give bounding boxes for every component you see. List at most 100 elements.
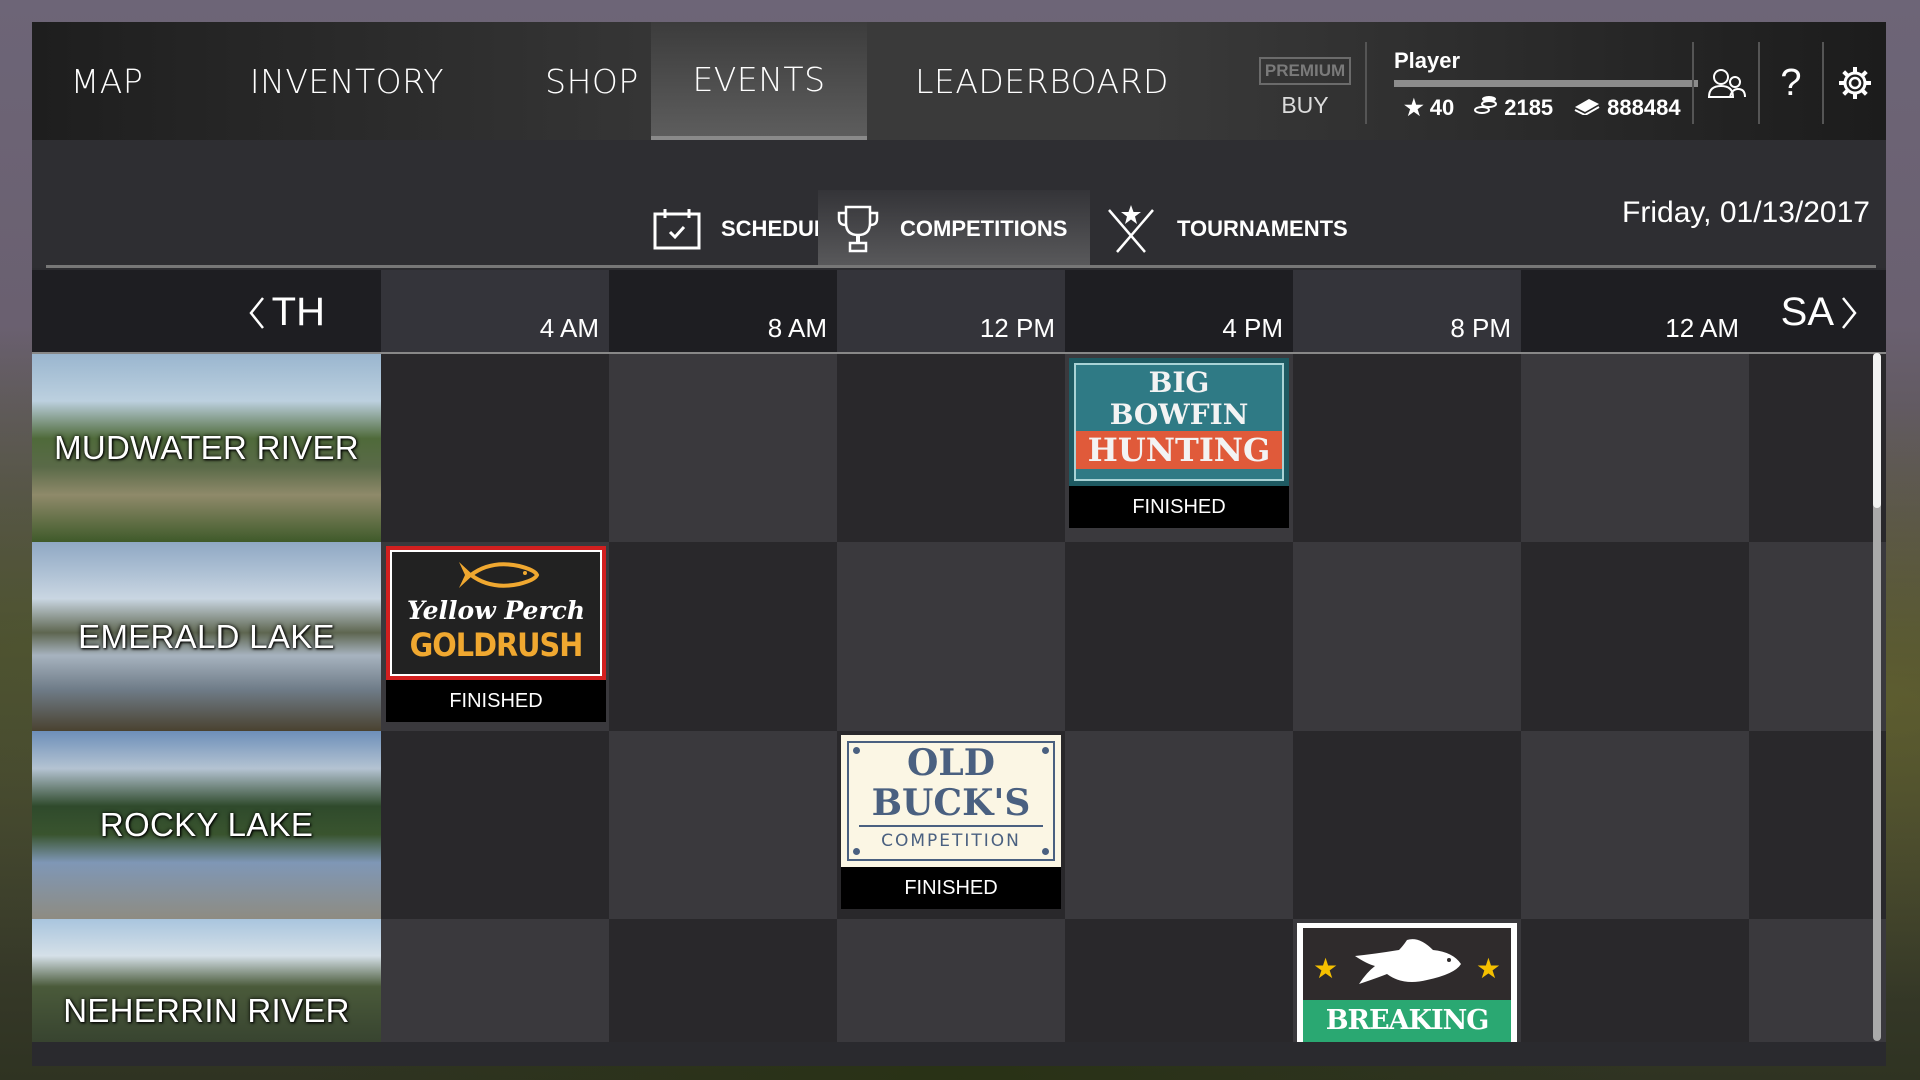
event-breaking-shad[interactable]: ★ ★ BREAKING SHAD <box>1297 923 1517 1042</box>
divider <box>1365 42 1367 124</box>
gear-icon <box>1839 67 1871 99</box>
subtab-competitions[interactable]: COMPETITIONS <box>818 190 1090 268</box>
schedule-slot <box>381 731 609 919</box>
location-emerald-lake[interactable]: EMERALD LAKE <box>32 542 381 731</box>
schedule-slot <box>609 919 837 1042</box>
next-day-button[interactable]: SA <box>1781 290 1858 335</box>
schedule-slot <box>1749 731 1886 919</box>
time-label: 4 AM <box>539 313 599 343</box>
schedule-slot <box>381 919 609 1042</box>
current-date: Friday, 01/13/2017 <box>1622 196 1870 229</box>
chevron-left-icon <box>249 296 264 329</box>
day-nav-cell: TH <box>32 270 381 352</box>
stars-count: 40 <box>1429 95 1455 120</box>
event-title-line: GOLDRUSH <box>409 626 584 664</box>
schedule-slot <box>1521 919 1749 1042</box>
subtab-label: COMPETITIONS <box>900 216 1068 241</box>
event-status: FINISHED <box>386 680 606 722</box>
location-name: MUDWATER RIVER <box>54 429 359 466</box>
settings-button[interactable] <box>1824 42 1886 124</box>
schedule-slot <box>381 354 609 542</box>
prev-day-button[interactable]: TH <box>248 290 325 335</box>
prev-day-label: TH <box>271 290 325 334</box>
location-rocky-lake[interactable]: ROCKY LAKE <box>32 731 381 919</box>
time-header: 8 AM <box>609 270 837 352</box>
event-title-line: BREAKING SHAD <box>1303 1000 1511 1042</box>
xp-progress-bar <box>1394 80 1698 87</box>
calendar-check-icon <box>653 209 701 250</box>
divider <box>1692 42 1694 124</box>
event-title-line: COMPETITION <box>859 825 1043 855</box>
friends-icon <box>1708 69 1746 98</box>
fish-icon <box>459 562 540 588</box>
crossed-rods-star-icon <box>1108 205 1154 253</box>
schedule-slot <box>837 354 1065 542</box>
star-icon: ★ <box>1404 95 1424 120</box>
event-title-line: BIG <box>1148 366 1210 399</box>
player-stats: ★ 40 2185 888484 <box>1404 94 1681 122</box>
coins-icon <box>1474 94 1498 122</box>
scrollbar-thumb[interactable] <box>1873 353 1881 508</box>
schedule-slot <box>1065 542 1293 731</box>
schedule-slot <box>1749 542 1886 731</box>
schedule-slot <box>1749 919 1886 1042</box>
subtab-tournaments[interactable]: TOURNAMENTS <box>1087 190 1366 268</box>
trophy-icon <box>837 205 879 253</box>
event-title-line: BUCK'S <box>871 782 1031 824</box>
time-header: 4 PM <box>1065 270 1293 352</box>
location-mudwater-river[interactable]: MUDWATER RIVER <box>32 354 381 542</box>
nav-tab-inventory[interactable]: INVENTORY <box>197 22 497 140</box>
event-old-bucks-competition[interactable]: OLD BUCK'S COMPETITION FINISHED <box>841 735 1061 909</box>
schedule-slot <box>1521 542 1749 731</box>
location-neherrin-river[interactable]: NEHERRIN RIVER <box>32 919 381 1042</box>
time-header: 8 PM <box>1293 270 1521 352</box>
chevron-right-icon <box>1842 296 1857 329</box>
schedule-grid: TH 4 AM 8 AM 12 PM 4 PM 8 PM 12 AM SA MU… <box>32 270 1886 1042</box>
event-logo: Yellow Perch GOLDRUSH <box>386 546 606 680</box>
location-name: NEHERRIN RIVER <box>63 991 350 1029</box>
event-title-line: OLD <box>907 742 995 784</box>
schedule-slot <box>1521 731 1749 919</box>
event-yellow-perch-goldrush[interactable]: Yellow Perch GOLDRUSH FINISHED <box>386 546 606 722</box>
time-header: 4 AM <box>381 270 609 352</box>
schedule-slot <box>1065 731 1293 919</box>
schedule-slot <box>1749 354 1886 542</box>
cash-icon <box>1573 95 1601 121</box>
premium-badge[interactable]: PREMIUM <box>1259 57 1351 85</box>
nav-tab-events[interactable]: EVENTS <box>651 22 867 140</box>
schedule-slot <box>609 731 837 919</box>
event-logo: ★ ★ BREAKING SHAD <box>1303 928 1511 1042</box>
time-header: 12 AM SA <box>1521 270 1886 352</box>
event-title-line: Yellow Perch <box>406 596 586 625</box>
next-day-label: SA <box>1780 290 1834 334</box>
friends-button[interactable] <box>1696 42 1758 124</box>
nav-tab-leaderboard[interactable]: LEADERBOARD <box>892 22 1192 140</box>
schedule-slot <box>1293 542 1521 731</box>
top-navigation-bar: MAP INVENTORY SHOP EVENTS LEADERBOARD PR… <box>32 22 1886 140</box>
event-status: FINISHED <box>1069 486 1289 528</box>
schedule-slot <box>1293 354 1521 542</box>
help-icon: ? <box>1780 61 1802 104</box>
schedule-slot <box>609 354 837 542</box>
schedule-slot <box>609 542 837 731</box>
schedule-slot <box>837 542 1065 731</box>
coins-count: 2185 <box>1504 95 1554 120</box>
cash-count: 888484 <box>1607 95 1681 120</box>
time-label: 4 PM <box>1222 313 1283 343</box>
help-button[interactable]: ? <box>1760 42 1822 124</box>
star-icon: ★ <box>1313 953 1339 984</box>
events-panel: MAP INVENTORY SHOP EVENTS LEADERBOARD PR… <box>32 22 1886 1066</box>
time-label: 8 PM <box>1450 313 1511 343</box>
star-icon: ★ <box>1475 953 1501 984</box>
time-label: 12 AM <box>1665 313 1739 343</box>
time-label: 8 AM <box>767 313 827 343</box>
event-big-bowfin-hunting[interactable]: BIG BOWFIN HUNTING FINISHED <box>1069 358 1289 528</box>
nav-tab-map[interactable]: MAP <box>32 22 182 140</box>
buy-premium-button[interactable]: BUY <box>1259 92 1351 119</box>
fish-icon <box>1355 939 1461 984</box>
player-name: Player <box>1394 48 1461 73</box>
event-logo: BIG BOWFIN HUNTING <box>1069 358 1289 486</box>
schedule-slot <box>1521 354 1749 542</box>
events-subnav: SCHEDULE COMPETITIONS TOURNAMENTS Friday… <box>32 140 1886 268</box>
time-header: 12 PM <box>837 270 1065 352</box>
